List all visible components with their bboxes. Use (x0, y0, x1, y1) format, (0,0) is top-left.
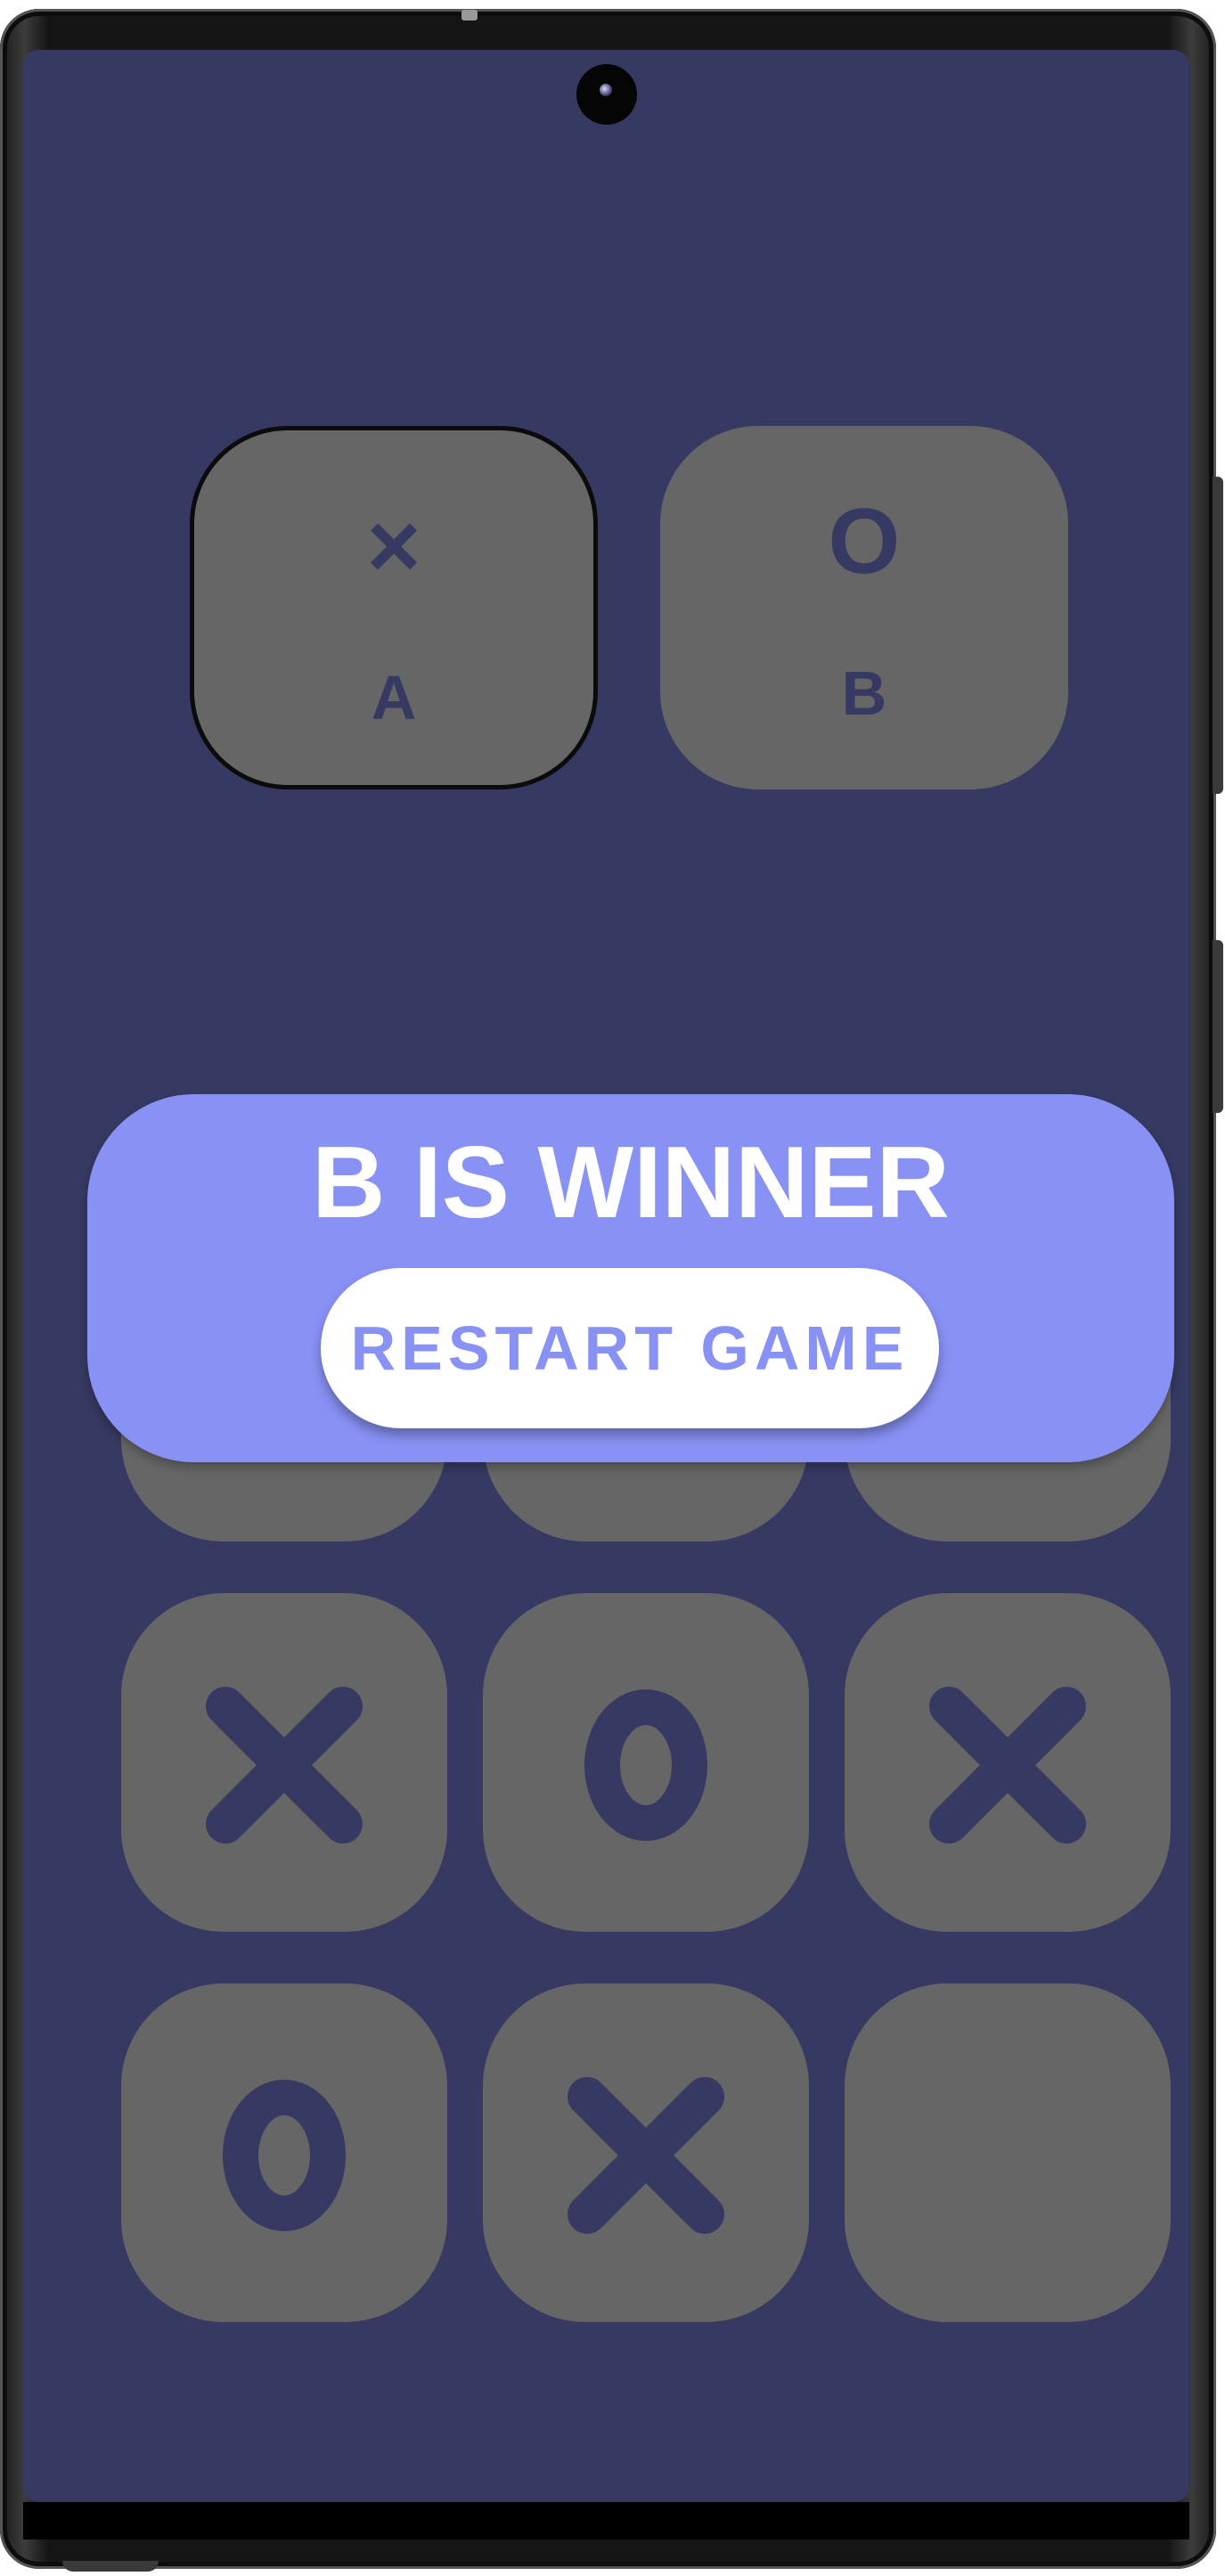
board-cell-9[interactable] (845, 1983, 1171, 2322)
board-cell-4[interactable] (121, 1593, 447, 1932)
board-cell-5[interactable] (483, 1593, 809, 1932)
o-mark-icon (223, 2080, 346, 2231)
winner-panel: B IS WINNER RESTART GAME (87, 1094, 1174, 1462)
restart-game-button[interactable]: RESTART GAME (321, 1268, 939, 1428)
player-b-name: B (841, 658, 887, 728)
board-cell-6[interactable] (845, 1593, 1171, 1932)
player-b-symbol: O (828, 490, 901, 593)
winner-message: B IS WINNER (312, 1126, 950, 1239)
bottom-port (62, 2561, 159, 2572)
volume-button (1213, 477, 1223, 794)
power-button (1213, 940, 1223, 1113)
board-cell-8[interactable] (483, 1983, 809, 2322)
x-mark-icon (929, 1687, 1086, 1844)
player-a-symbol: × (366, 495, 421, 598)
player-card-a: × A (190, 426, 598, 789)
front-camera (576, 64, 637, 125)
player-a-name: A (371, 663, 417, 732)
board-cell-7[interactable] (121, 1983, 447, 2322)
top-sensor-mark (461, 10, 478, 20)
o-mark-icon (584, 1689, 707, 1841)
player-card-b: O B (660, 426, 1068, 789)
x-mark-icon (568, 2077, 724, 2234)
navigation-bar (23, 2502, 1189, 2539)
x-mark-icon (206, 1687, 363, 1844)
